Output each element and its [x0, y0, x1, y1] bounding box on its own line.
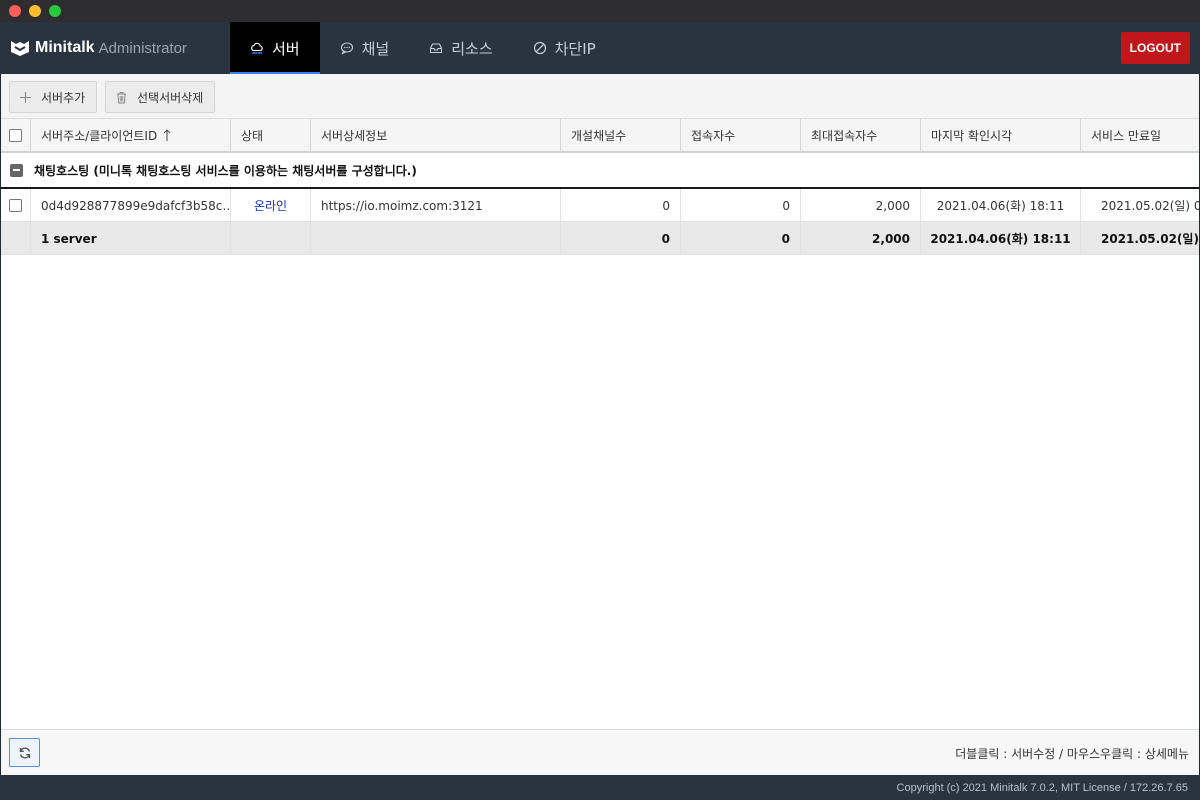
select-all-checkbox[interactable] [9, 128, 22, 142]
brand: Minitalk Administrator [10, 22, 187, 74]
column-max-users[interactable]: 최대접속자수 [801, 119, 921, 151]
chat-bubble-icon [340, 42, 353, 55]
last-check-cell: 2021.04.06(화) 18:11 [921, 189, 1081, 222]
ban-icon [533, 41, 546, 55]
max-users-cell: 2,000 [801, 189, 921, 222]
tab-server-label: 서버 [272, 39, 300, 58]
app-subtitle: Administrator [98, 39, 187, 57]
column-expire[interactable]: 서비스 만료일 [1081, 119, 1199, 151]
column-address-label: 서버주소/클라이언트ID [41, 128, 158, 143]
column-users[interactable]: 접속자수 [681, 119, 801, 151]
column-status-label: 상태 [241, 128, 264, 143]
toolbar: 서버추가 선택서버삭제 [1, 74, 1199, 119]
table-footer: 더블클릭 : 서버수정 / 마우스우클릭 : 상세메뉴 [1, 729, 1199, 775]
summary-users-cell: 0 [681, 222, 801, 255]
tab-blocked-ip-label: 차단IP [554, 39, 596, 58]
window-close-button[interactable] [9, 5, 21, 17]
row-checkbox-cell [1, 189, 31, 222]
window-zoom-button[interactable] [49, 5, 61, 17]
column-expire-label: 서비스 만료일 [1091, 128, 1162, 143]
tab-server[interactable]: 서버 [230, 22, 320, 74]
tab-channel-label: 채널 [361, 39, 390, 58]
detail-cell: https://io.moimz.com:3121 [311, 189, 561, 222]
summary-count-cell: 1 server [31, 222, 231, 255]
column-channels-label: 개설채널수 [571, 128, 627, 143]
column-status[interactable]: 상태 [231, 119, 311, 151]
column-last-check[interactable]: 마지막 확인시각 [921, 119, 1081, 151]
summary-expire-cell: 2021.05.02(일) 00:00 [1101, 232, 1199, 246]
app-header: Minitalk Administrator 서버 채널 리소스 차단IP LO… [0, 22, 1200, 74]
tab-channel[interactable]: 채널 [320, 22, 410, 74]
status-badge: 온라인 [253, 199, 288, 213]
row-checkbox[interactable] [9, 199, 22, 212]
tab-blocked-ip[interactable]: 차단IP [513, 22, 616, 74]
summary-spacer-cell [1, 222, 31, 255]
sort-ascending-icon [163, 128, 171, 141]
column-address[interactable]: 서버주소/클라이언트ID [31, 119, 231, 151]
status-bar: Copyright (c) 2021 Minitalk 7.0.2, MIT L… [0, 775, 1200, 800]
refresh-icon [19, 747, 30, 758]
column-last-check-label: 마지막 확인시각 [931, 128, 1013, 143]
table-header: 서버주소/클라이언트ID 상태 서버상세정보 개설채널수 접속자수 최대접속자수… [1, 119, 1199, 153]
summary-detail-cell [311, 222, 561, 255]
summary-channels-cell: 0 [561, 222, 681, 255]
minitalk-logo-icon [11, 41, 29, 56]
logout-button[interactable]: LOGOUT [1120, 32, 1190, 64]
summary-last-check-cell: 2021.04.06(화) 18:11 [921, 222, 1081, 255]
collapse-group-icon[interactable] [10, 163, 23, 177]
copyright-text: Copyright (c) 2021 Minitalk 7.0.2, MIT L… [896, 781, 1188, 794]
main-nav: 서버 채널 리소스 차단IP [230, 22, 616, 74]
usage-hint: 더블클릭 : 서버수정 / 마우스우클릭 : 상세메뉴 [955, 746, 1189, 761]
summary-row: 1 server 0 0 2,000 2021.04.06(화) 18:11 2… [1, 222, 1199, 255]
users-cell: 0 [681, 189, 801, 222]
column-max-users-label: 최대접속자수 [811, 128, 878, 143]
app-name: Minitalk [35, 39, 95, 56]
server-address-cell: 0d4d928877899e9dafcf3b58c… [31, 189, 231, 222]
select-all-cell [1, 119, 31, 151]
summary-max-users-cell: 2,000 [801, 222, 921, 255]
tab-resource[interactable]: 리소스 [409, 22, 512, 74]
trash-icon [117, 91, 126, 103]
channels-cell: 0 [561, 189, 681, 222]
column-users-label: 접속자수 [691, 128, 736, 143]
tab-resource-label: 리소스 [451, 39, 493, 58]
delete-selected-label: 선택서버삭제 [137, 90, 204, 105]
server-panel: 서버추가 선택서버삭제 서버주소/클라이언트ID 상태 서버상세정보 개설채널수… [1, 74, 1199, 775]
cloud-icon [251, 42, 263, 54]
group-header[interactable]: 채팅호스팅 (미니톡 채팅호스팅 서비스를 이용하는 채팅서버를 구성합니다.) [1, 153, 1199, 189]
inbox-icon [430, 43, 443, 54]
refresh-button[interactable] [9, 738, 40, 767]
table-row[interactable]: 0d4d928877899e9dafcf3b58c… 온라인 https://i… [1, 189, 1199, 222]
plus-icon [20, 91, 31, 103]
add-server-label: 서버추가 [41, 90, 86, 105]
column-detail[interactable]: 서버상세정보 [311, 119, 561, 151]
status-cell: 온라인 [231, 189, 311, 222]
expire-cell: 2021.05.02(일) 00:00 [1101, 199, 1199, 213]
column-channels[interactable]: 개설채널수 [561, 119, 681, 151]
window-titlebar [0, 0, 1200, 22]
column-detail-label: 서버상세정보 [321, 128, 388, 143]
group-label: 채팅호스팅 (미니톡 채팅호스팅 서비스를 이용하는 채팅서버를 구성합니다.) [34, 163, 417, 178]
summary-status-cell [231, 222, 311, 255]
add-server-button[interactable]: 서버추가 [9, 81, 98, 113]
window-minimize-button[interactable] [29, 5, 41, 17]
delete-selected-button[interactable]: 선택서버삭제 [105, 81, 216, 113]
